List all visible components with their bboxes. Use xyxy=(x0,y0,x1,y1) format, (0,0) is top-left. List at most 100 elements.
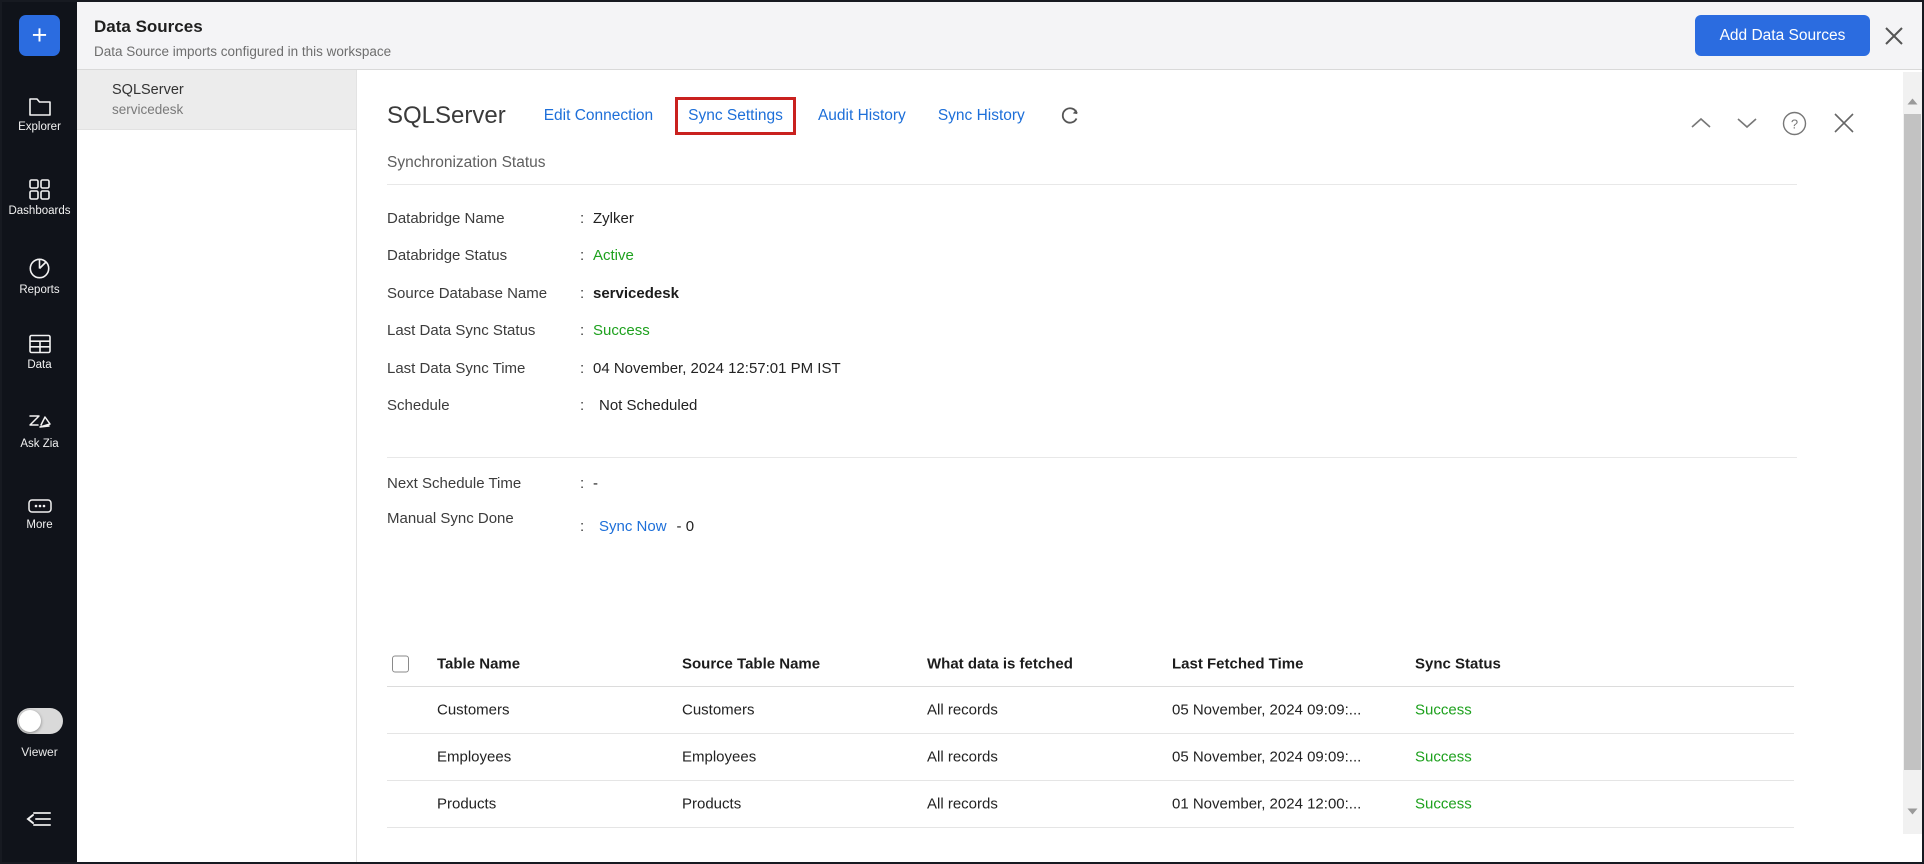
previous-source-button[interactable] xyxy=(1690,117,1712,129)
cell-fetched: All records xyxy=(927,796,998,813)
field-colon: : xyxy=(580,518,593,535)
field-label: Manual Sync Done xyxy=(387,510,580,527)
field-colon: : xyxy=(580,247,593,264)
more-ellipsis-icon xyxy=(27,497,53,515)
app-sidebar: + Explorer Dashboards Reports xyxy=(2,2,77,862)
field-colon: : xyxy=(580,397,593,414)
source-name: SQLServer xyxy=(112,82,356,98)
create-new-button[interactable]: + xyxy=(19,15,60,56)
column-header-source-table-name: Source Table Name xyxy=(682,656,820,673)
vertical-scrollbar[interactable] xyxy=(1903,72,1922,834)
table-header-row: Table Name Source Table Name What data i… xyxy=(387,642,1794,687)
cell-sync-status: Success xyxy=(1415,749,1472,766)
next-source-button[interactable] xyxy=(1736,117,1758,129)
sidebar-item-label: More xyxy=(2,519,77,531)
sidebar-item-label: Dashboards xyxy=(2,205,77,217)
add-data-sources-button[interactable]: Add Data Sources xyxy=(1695,15,1870,56)
cell-source-table: Customers xyxy=(682,702,755,719)
sidebar-item-label: Reports xyxy=(2,284,77,296)
viewer-label: Viewer xyxy=(2,745,77,759)
field-colon: : xyxy=(580,360,593,377)
field-label: Databridge Name xyxy=(387,210,580,227)
detail-panel-controls: ? xyxy=(1690,110,1857,136)
folder-icon xyxy=(28,95,52,117)
field-label: Source Database Name xyxy=(387,285,580,302)
cell-last-fetched-time: 05 November, 2024 09:09:... xyxy=(1172,702,1361,719)
field-label: Last Data Sync Time xyxy=(387,360,580,377)
ask-zia-icon xyxy=(26,412,54,434)
select-all-checkbox[interactable] xyxy=(392,656,409,673)
dashboards-icon xyxy=(28,178,51,201)
field-value: Zylker xyxy=(593,210,634,227)
help-button[interactable]: ? xyxy=(1782,111,1807,136)
table-row[interactable]: Products Products All records 01 Novembe… xyxy=(387,781,1794,828)
plus-icon: + xyxy=(32,20,48,51)
column-header-table-name: Table Name xyxy=(437,656,520,673)
source-database: servicedesk xyxy=(112,102,356,117)
sidebar-item-dashboards[interactable]: Dashboards xyxy=(2,178,77,217)
divider xyxy=(387,457,1797,458)
viewer-toggle[interactable] xyxy=(17,708,63,734)
field-value: 04 November, 2024 12:57:01 PM IST xyxy=(593,360,841,377)
cell-source-table: Products xyxy=(682,796,741,813)
detail-title-row: SQLServer Edit Connection Sync Settings … xyxy=(387,97,1081,135)
sidebar-item-label: Explorer xyxy=(2,121,77,133)
field-next-schedule-time: Next Schedule Time : - xyxy=(387,475,598,492)
audit-history-link[interactable]: Audit History xyxy=(818,107,906,125)
source-detail-panel: SQLServer Edit Connection Sync Settings … xyxy=(358,70,1922,862)
field-source-database-name: Source Database Name : servicedesk xyxy=(387,285,679,302)
annotation-box: Sync Settings xyxy=(675,97,796,135)
field-databridge-status: Databridge Status : Active xyxy=(387,247,634,264)
chevron-up-icon xyxy=(1690,117,1712,129)
chevron-down-icon xyxy=(1736,117,1758,129)
sidebar-item-reports[interactable]: Reports xyxy=(2,257,77,296)
sidebar-item-label: Ask Zia xyxy=(2,438,77,450)
section-title: Synchronization Status xyxy=(387,154,546,172)
edit-connection-link[interactable]: Edit Connection xyxy=(544,107,653,125)
data-source-list-item-selected[interactable]: SQLServer servicedesk xyxy=(77,70,356,130)
sidebar-item-explorer[interactable]: Explorer xyxy=(2,95,77,133)
scroll-down-icon xyxy=(1907,808,1918,815)
scroll-down-arrow[interactable] xyxy=(1903,804,1922,818)
close-page-button[interactable] xyxy=(1882,24,1906,53)
column-header-sync-status: Sync Status xyxy=(1415,656,1501,673)
field-schedule: Schedule : Not Scheduled xyxy=(387,397,697,414)
cell-sync-status: Success xyxy=(1415,796,1472,813)
field-colon: : xyxy=(580,210,593,227)
field-label: Last Data Sync Status xyxy=(387,322,580,339)
refresh-icon xyxy=(1059,105,1081,127)
data-sources-window: + Explorer Dashboards Reports xyxy=(0,0,1924,864)
cell-table-name: Products xyxy=(437,796,496,813)
close-detail-button[interactable] xyxy=(1831,110,1857,136)
column-header-last-fetched-time: Last Fetched Time xyxy=(1172,656,1303,673)
refresh-button[interactable] xyxy=(1059,105,1081,127)
sync-count: - 0 xyxy=(677,518,695,535)
scroll-up-arrow[interactable] xyxy=(1903,94,1922,108)
cell-sync-status: Success xyxy=(1415,702,1472,719)
cell-source-table: Employees xyxy=(682,749,756,766)
close-icon xyxy=(1882,24,1906,48)
field-colon: : xyxy=(580,475,593,492)
sync-settings-link[interactable]: Sync Settings xyxy=(688,107,783,124)
field-databridge-name: Databridge Name : Zylker xyxy=(387,210,634,227)
toggle-knob xyxy=(19,710,41,732)
field-last-data-sync-time: Last Data Sync Time : 04 November, 2024 … xyxy=(387,360,841,377)
sync-history-link[interactable]: Sync History xyxy=(938,107,1025,125)
field-value: - xyxy=(593,475,598,492)
field-value: servicedesk xyxy=(593,285,679,302)
scrollbar-thumb[interactable] xyxy=(1904,114,1921,770)
cell-table-name: Customers xyxy=(437,702,510,719)
collapse-sidebar-button[interactable] xyxy=(24,807,54,836)
table-row[interactable]: Customers Customers All records 05 Novem… xyxy=(387,687,1794,734)
sync-now-link[interactable]: Sync Now xyxy=(599,518,667,535)
sidebar-item-more[interactable]: More xyxy=(2,497,77,531)
sidebar-item-ask-zia[interactable]: Ask Zia xyxy=(2,412,77,450)
sidebar-item-label: Data xyxy=(2,359,77,371)
cell-fetched: All records xyxy=(927,749,998,766)
scroll-up-icon xyxy=(1907,98,1918,105)
table-icon xyxy=(28,333,52,355)
field-last-data-sync-status: Last Data Sync Status : Success xyxy=(387,322,650,339)
sidebar-item-data[interactable]: Data xyxy=(2,333,77,371)
table-row[interactable]: Employees Employees All records 05 Novem… xyxy=(387,734,1794,781)
pie-chart-icon xyxy=(28,257,51,280)
